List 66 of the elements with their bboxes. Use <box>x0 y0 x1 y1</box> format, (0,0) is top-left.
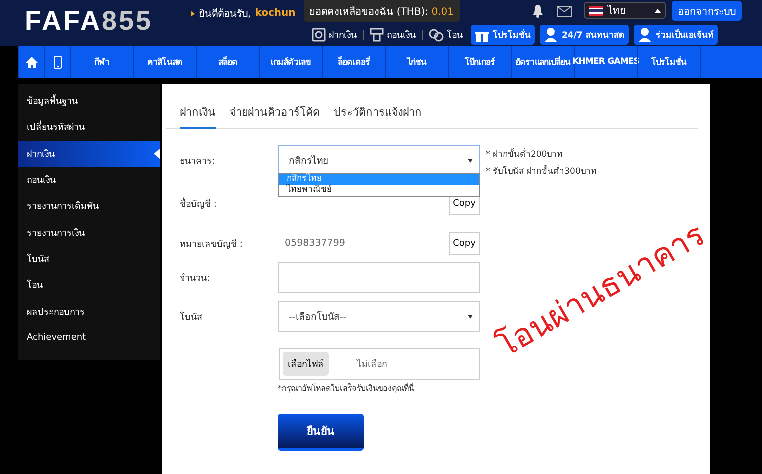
file-status: ไม่เลือก <box>357 358 387 371</box>
person-icon <box>638 27 652 42</box>
nav-item[interactable]: โปรโมชั่น <box>637 46 700 78</box>
home-icon <box>26 56 38 68</box>
coins-icon[interactable] <box>429 28 444 42</box>
sidebar-item[interactable]: ฝากเงิน <box>18 140 160 167</box>
sidebar-item[interactable]: รายงานการเดิมพัน <box>18 193 160 220</box>
sidebar-item[interactable]: ข้อมูลพื้นฐาน <box>18 88 160 114</box>
mail-icon[interactable] <box>557 4 572 18</box>
nav-item[interactable]: ล็อตเตอรี่ <box>322 46 385 78</box>
nav-item[interactable]: เกมส์ตัวเลข <box>259 46 322 78</box>
caret-icon <box>468 158 473 162</box>
field-label: จำนวน: <box>180 272 212 286</box>
site-logo[interactable]: FAFA855 <box>25 6 191 46</box>
nav-item[interactable]: อัตราแลกเปลี่ยน <box>511 46 574 78</box>
caret-icon <box>468 314 473 318</box>
field-label: ธนาคาร: <box>180 156 216 168</box>
safe-icon[interactable] <box>312 28 326 42</box>
field-label: โบนัส <box>180 310 204 324</box>
sidebar-item[interactable]: เปลี่ยนรหัสผ่าน <box>18 114 160 141</box>
tab[interactable]: ประวัติการแจ้งฝาก <box>334 102 422 129</box>
username: kochun <box>255 8 296 19</box>
upload-hint: *กรุณาอัพโหลดใบเสร็จรับเงินของคุณที่นี่ <box>278 382 416 395</box>
field-label: ชื่อบัญชี : <box>180 196 218 212</box>
welcome-text: ยินดีต้อนรับ, <box>199 8 252 21</box>
note-text: * รับโบนัส ฝากขั้นต่ำ300บาท <box>486 164 598 178</box>
amount-field[interactable] <box>278 262 480 293</box>
note-text: * ฝากขั้นต่ำ200บาท <box>486 147 564 161</box>
atm-icon[interactable] <box>370 28 384 42</box>
header-button[interactable]: 24/7 สนทนาสด <box>540 24 629 44</box>
arrow-icon <box>191 10 195 16</box>
quick-link[interactable]: ถอนเงิน <box>367 28 419 42</box>
phone-icon <box>54 56 62 68</box>
field-label: หมายเลขบัญชี : <box>180 238 244 252</box>
nav-item[interactable]: ไก่ชน <box>385 46 448 78</box>
nav-item[interactable]: สล็อต <box>196 46 259 78</box>
header-button[interactable]: โปรโมชั่น <box>471 24 535 44</box>
flag-icon <box>589 6 603 16</box>
nav-item[interactable]: โป๊กเกอร์ <box>448 46 511 78</box>
tab[interactable]: จ่ายผ่านคิวอาร์โค้ด <box>230 102 320 129</box>
quick-link[interactable]: ฝากเงิน <box>309 28 360 42</box>
choose-file-button[interactable]: เลือกไฟล์ <box>283 352 329 376</box>
bonus-select[interactable]: --เลือกโบนัส-- <box>278 301 480 332</box>
sidebar-item[interactable]: ผลประกอบการ <box>18 298 160 325</box>
bank-dropdown[interactable]: กสิกรไทย ไทยพาณิชย์ <box>278 173 480 197</box>
sidebar-item[interactable]: ถอนเงิน <box>18 166 160 194</box>
bell-icon[interactable] <box>531 4 545 18</box>
nav-item[interactable]: กีฬา <box>70 46 133 78</box>
header-button[interactable]: ร่วมเป็นเอเจ้นท์ <box>634 24 718 44</box>
nav-item[interactable]: KHMER GAMES <box>574 46 637 78</box>
quick-link[interactable]: โอน <box>426 28 466 42</box>
account-number: 0598337799 <box>284 238 346 249</box>
copy-button[interactable]: Copy <box>449 232 480 255</box>
caret-icon <box>655 8 661 12</box>
confirm-button[interactable]: ยืนยัน <box>278 414 364 451</box>
sidebar-item[interactable]: โบนัส <box>18 246 160 272</box>
tab[interactable]: ฝากเงิน <box>180 102 216 129</box>
balance-box: ยอดคงเหลือของฉัน (THB): 0.01 <box>304 0 460 22</box>
nav-item[interactable]: คาสิโนสด <box>133 46 196 78</box>
file-field[interactable]: เลือกไฟล์ ไม่เลือก <box>279 348 480 380</box>
logout-button[interactable]: ออกจากระบบ <box>672 1 742 21</box>
sidebar-item[interactable]: โอน <box>18 272 160 298</box>
sidebar-item[interactable]: Achievement <box>18 324 160 351</box>
person-icon <box>544 27 558 42</box>
language-select[interactable]: ไทย <box>584 2 666 19</box>
sidebar-item[interactable]: รายงานการเงิน <box>18 219 160 246</box>
